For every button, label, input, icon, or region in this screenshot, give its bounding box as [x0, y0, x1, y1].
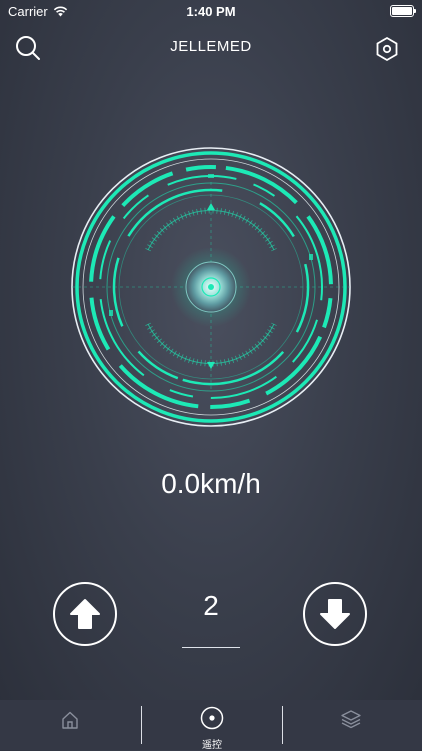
gear-down-button[interactable] [303, 582, 367, 646]
battery-icon [390, 5, 416, 17]
tab-bar: 遥控 [0, 700, 422, 751]
layers-icon [341, 710, 361, 729]
status-time: 1:40 PM [186, 4, 236, 19]
tab-remote-label: 遥控 [202, 740, 222, 751]
speed-readout: 0.0km/h [161, 468, 261, 499]
tab-remote[interactable]: 遥控 [142, 700, 282, 751]
arrow-up-icon [70, 599, 100, 629]
tab-home[interactable] [0, 700, 141, 750]
status-bar: Carrier 1:40 PM [0, 0, 422, 22]
gear-value: 2 [203, 590, 219, 621]
page-title: JELLEMED [170, 38, 252, 55]
home-icon [62, 711, 78, 729]
gear-underline [182, 647, 240, 648]
nav-bar: JELLEMED [0, 26, 422, 70]
remote-control-icon [200, 706, 224, 730]
speed-dial [71, 147, 351, 427]
arrow-down-icon [320, 599, 350, 629]
settings-hexagon-icon[interactable] [374, 36, 400, 62]
gear-up-button[interactable] [53, 582, 117, 646]
tab-layers[interactable] [283, 700, 422, 750]
